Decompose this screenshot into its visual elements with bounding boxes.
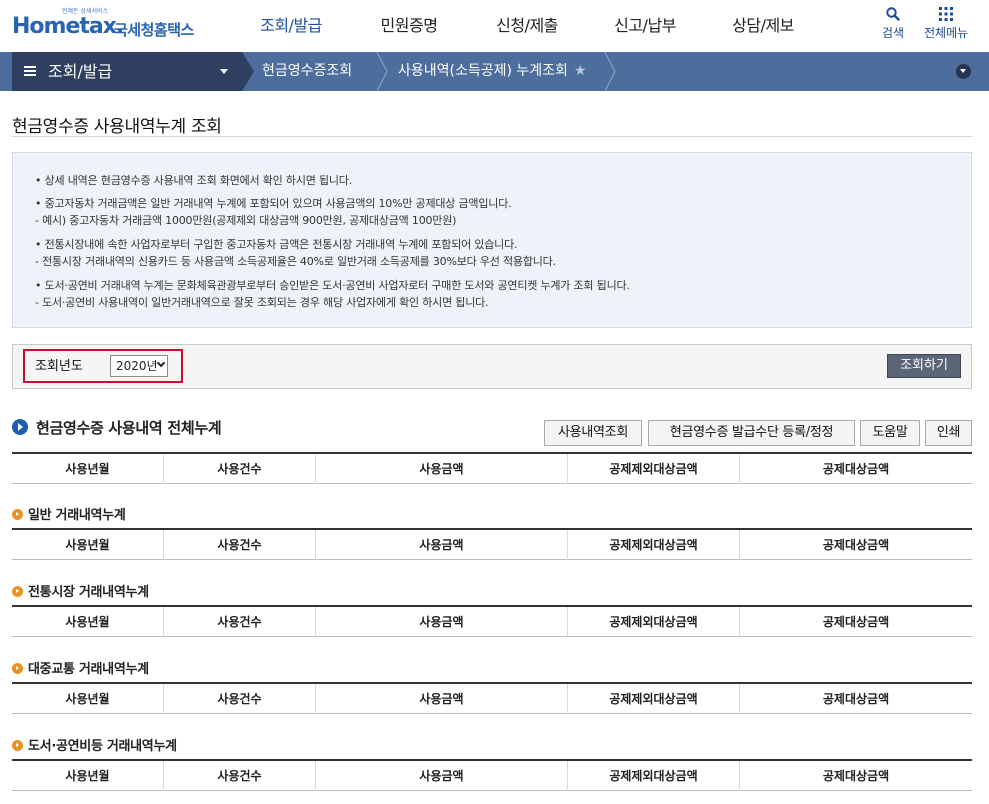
site-header: 언제든 상세서비스 Hometax. 국세청홈택스 조회/발급 민원증명 신청/…: [0, 0, 989, 52]
culture-section-label: 도서·공연비등 거래내역누계: [28, 739, 177, 754]
nav-certificates[interactable]: 민원증명: [350, 0, 468, 52]
bullet-arrow-icon: [12, 740, 23, 751]
all-menu-button[interactable]: 전체메뉴: [924, 6, 968, 41]
summary-table-header: 사용년월 사용건수 사용금액 공제제외대상금액 공제대상금액: [12, 452, 972, 484]
general-section-title: 일반 거래내역누계: [12, 504, 126, 523]
search-label: 검색: [882, 26, 905, 40]
col-usage-month: 사용년월: [12, 454, 164, 484]
search-year-label: 조회년도: [35, 359, 83, 374]
search-panel: 조회년도 2020년 조회하기: [12, 344, 972, 389]
col-deductible-amount: 공제대상금액: [822, 615, 890, 629]
col-usage-amount: 사용금액: [316, 454, 568, 484]
search-button[interactable]: 검색: [882, 6, 904, 41]
col-excluded-amount: 공제제외대상금액: [568, 761, 740, 791]
location-bar: 조회/발급 현금영수증조회 사용내역(소득공제) 누계조회 ★: [0, 52, 989, 91]
col-usage-amount: 사용금액: [316, 607, 568, 637]
col-usage-count: 사용건수: [164, 684, 316, 714]
location-home-menu[interactable]: 조회/발급: [12, 52, 242, 91]
hamburger-icon: [24, 65, 36, 76]
col-excluded-amount: 공제제외대상금액: [568, 684, 740, 714]
help-button[interactable]: 도움말: [860, 420, 920, 446]
market-section-label: 전통시장 거래내역누계: [28, 585, 149, 600]
bullet-arrow-icon: [12, 509, 23, 520]
notice-line: • 전통시장내에 속한 사업자로부터 구입한 중고자동차 금액은 전통시장 거래…: [35, 238, 518, 251]
arrow-circle-icon: [12, 418, 28, 435]
register-means-button[interactable]: 현금영수증 발급수단 등록/정정: [648, 420, 855, 446]
print-button[interactable]: 인쇄: [925, 420, 972, 446]
notice-line: - 도서·공연비 사용내역이 일반거래내역으로 잘못 조회되는 경우 해당 사업…: [35, 296, 489, 309]
chevron-down-icon: [156, 358, 166, 368]
col-deductible-amount: 공제대상금액: [822, 462, 890, 476]
breadcrumb-usage-cumulative-label: 사용내역(소득공제) 누계조회: [398, 63, 568, 79]
col-deductible-amount: 공제대상금액: [822, 692, 890, 706]
col-usage-month: 사용년월: [12, 684, 164, 714]
hometax-logo[interactable]: 언제든 상세서비스 Hometax. 국세청홈택스: [12, 6, 202, 46]
col-usage-count: 사용건수: [164, 761, 316, 791]
col-deductible-amount: 공제대상금액: [822, 769, 890, 783]
caret-down-icon: [220, 69, 228, 74]
location-home-label: 조회/발급: [48, 62, 113, 81]
search-submit-button[interactable]: 조회하기: [887, 354, 961, 378]
col-usage-amount: 사용금액: [316, 684, 568, 714]
notice-line: • 도서·공연비 거래내역 누계는 문화체육관광부로부터 승인받은 도서·공연비…: [35, 279, 630, 292]
notice-line: - 예시) 중고자동차 거래금액 1000만원(공제제외 대상금액 900만원,…: [35, 214, 457, 227]
location-expand-button[interactable]: [956, 64, 971, 79]
breadcrumb-separator-icon: [242, 52, 254, 91]
culture-section-title: 도서·공연비등 거래내역누계: [12, 735, 177, 754]
year-select[interactable]: 2020년: [110, 355, 168, 377]
page-title: 현금영수증 사용내역누계 조회: [12, 117, 222, 137]
col-usage-count: 사용건수: [164, 454, 316, 484]
notice-line: • 상세 내역은 현금영수증 사용내역 조회 화면에서 확인 하시면 됩니다.: [35, 174, 353, 187]
nav-inquiry-issue[interactable]: 조회/발급: [232, 0, 350, 52]
col-usage-month: 사용년월: [12, 530, 164, 560]
nav-report-payment[interactable]: 신고/납부: [586, 0, 704, 52]
transport-section-label: 대중교통 거래내역누계: [28, 662, 149, 677]
col-usage-count: 사용건수: [164, 607, 316, 637]
culture-table-header: 사용년월 사용건수 사용금액 공제제외대상금액 공제대상금액: [12, 759, 972, 791]
star-favorite-icon[interactable]: ★: [574, 63, 587, 79]
breadcrumb-separator-icon: [376, 52, 388, 91]
summary-section-label: 현금영수증 사용내역 전체누계: [36, 419, 222, 437]
general-section-label: 일반 거래내역누계: [28, 508, 126, 523]
col-excluded-amount: 공제제외대상금액: [568, 530, 740, 560]
notice-box: • 상세 내역은 현금영수증 사용내역 조회 화면에서 확인 하시면 됩니다. …: [12, 152, 972, 328]
market-section-title: 전통시장 거래내역누계: [12, 581, 149, 600]
all-menu-label: 전체메뉴: [924, 26, 969, 40]
transport-section-title: 대중교통 거래내역누계: [12, 658, 149, 677]
col-usage-month: 사용년월: [12, 761, 164, 791]
summary-section-title: 현금영수증 사용내역 전체누계: [12, 417, 222, 438]
bullet-arrow-icon: [12, 586, 23, 597]
col-excluded-amount: 공제제외대상금액: [568, 607, 740, 637]
logo-korean-name: 국세청홈택스: [114, 21, 194, 39]
market-table-header: 사용년월 사용건수 사용금액 공제제외대상금액 공제대상금액: [12, 605, 972, 637]
main-nav: 조회/발급 민원증명 신청/제출 신고/납부 상담/제보: [232, 0, 822, 52]
breadcrumb-cash-receipt-inquiry[interactable]: 현금영수증조회: [262, 52, 352, 91]
col-usage-amount: 사용금액: [316, 761, 568, 791]
col-usage-month: 사용년월: [12, 607, 164, 637]
search-icon: [886, 7, 900, 21]
grid-menu-icon: [939, 7, 954, 21]
notice-line: - 전통시장 거래내역의 신용카드 등 사용금액 소득공제율은 40%로 일반거…: [35, 255, 556, 268]
nav-application[interactable]: 신청/제출: [468, 0, 586, 52]
col-excluded-amount: 공제제외대상금액: [568, 454, 740, 484]
breadcrumb-usage-cumulative[interactable]: 사용내역(소득공제) 누계조회 ★: [398, 52, 587, 91]
col-usage-count: 사용건수: [164, 530, 316, 560]
col-usage-amount: 사용금액: [316, 530, 568, 560]
general-table-header: 사용년월 사용건수 사용금액 공제제외대상금액 공제대상금액: [12, 528, 972, 560]
notice-line: • 중고자동차 거래금액은 일반 거래내역 누계에 포함되어 있으며 사용금액의…: [35, 197, 512, 210]
nav-consulting[interactable]: 상담/제보: [704, 0, 822, 52]
col-deductible-amount: 공제대상금액: [822, 538, 890, 552]
title-divider: [12, 136, 972, 137]
transport-table-header: 사용년월 사용건수 사용금액 공제제외대상금액 공제대상금액: [12, 682, 972, 714]
breadcrumb-separator-icon: [604, 52, 616, 91]
logo-wordmark: Hometax.: [12, 14, 124, 39]
year-select-value: 2020년: [116, 359, 158, 373]
usage-inquiry-button[interactable]: 사용내역조회: [544, 420, 642, 446]
bullet-arrow-icon: [12, 663, 23, 674]
